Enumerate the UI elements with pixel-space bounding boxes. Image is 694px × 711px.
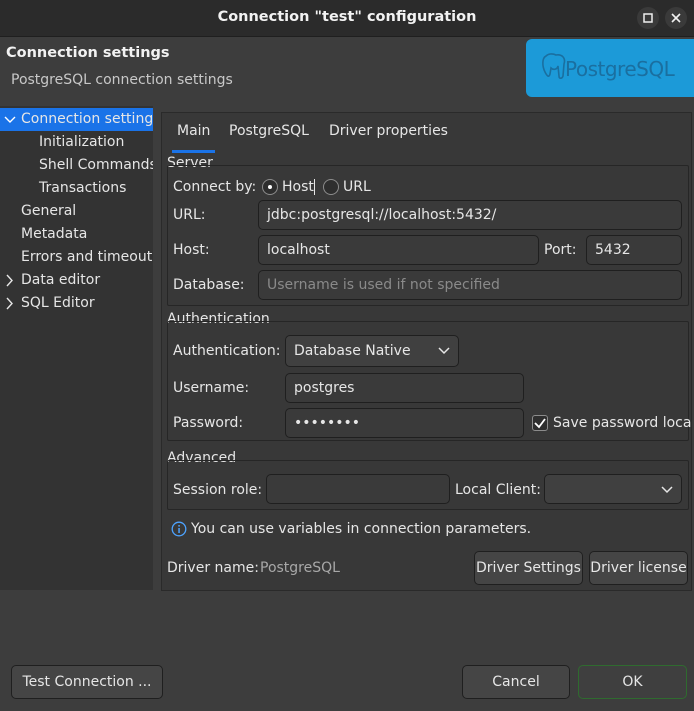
username-input[interactable]: postgres [285, 373, 524, 403]
nav-item-label: Connection settings [21, 111, 153, 127]
nav-item-sql-editor[interactable]: SQL Editor [0, 292, 153, 315]
info-text: You can use variables in connection para… [191, 521, 532, 537]
nav-item-data-editor[interactable]: Data editor [0, 269, 153, 292]
info-icon [171, 521, 187, 537]
nav-item-label: Data editor [21, 272, 101, 288]
nav-item-label: Metadata [21, 226, 88, 242]
page-subtitle: PostgreSQL connection settings [11, 72, 233, 88]
main-panel: Main PostgreSQL Driver properties Server… [161, 112, 692, 591]
database-label: Database: [173, 277, 245, 293]
port-input[interactable]: 5432 [586, 235, 682, 265]
host-radio[interactable] [262, 179, 278, 195]
url-radio-label[interactable]: URL [343, 179, 371, 195]
connect-by-label: Connect by: [173, 179, 257, 195]
nav-item-label: Initialization [39, 134, 125, 150]
nav-item-general[interactable]: General [0, 200, 153, 223]
postgresql-logo: PostgreSQL [526, 39, 694, 97]
password-label: Password: [173, 415, 244, 431]
host-label: Host: [173, 242, 210, 258]
nav-item-label: Shell Commands [39, 157, 153, 173]
test-connection-button[interactable]: Test Connection ... [11, 665, 163, 699]
driver-license-button[interactable]: Driver license [589, 551, 688, 585]
page-title: Connection settings [6, 45, 170, 61]
nav-item-transactions[interactable]: Transactions [0, 177, 153, 200]
database-input[interactable]: Username is used if not specified [258, 270, 682, 300]
close-icon [671, 13, 681, 23]
cancel-button[interactable]: Cancel [462, 665, 570, 699]
close-button[interactable] [665, 7, 687, 29]
tab-driver-properties[interactable]: Driver properties [329, 123, 448, 149]
port-label: Port: [544, 242, 577, 258]
url-label: URL: [173, 207, 206, 223]
nav-item-label: Errors and timeouts [21, 249, 153, 265]
title-bar: Connection "test" configuration [0, 0, 694, 37]
driver-name-value: PostgreSQL [260, 560, 340, 576]
session-role-label: Session role: [173, 482, 263, 498]
tab-postgresql[interactable]: PostgreSQL [229, 123, 309, 149]
local-client-select[interactable] [544, 474, 682, 504]
nav-item-connection-settings[interactable]: Connection settings [0, 108, 153, 131]
nav-item-metadata[interactable]: Metadata [0, 223, 153, 246]
save-password-checkbox[interactable] [532, 415, 548, 431]
window-title: Connection "test" configuration [217, 9, 477, 25]
password-input[interactable]: •••••••• [285, 408, 524, 438]
driver-settings-button[interactable]: Driver Settings [474, 551, 583, 585]
chevron-right-icon[interactable] [4, 292, 16, 315]
save-password-label[interactable]: Save password loca [553, 415, 691, 431]
authentication-select[interactable]: Database Native [285, 335, 459, 367]
session-role-input[interactable] [266, 474, 450, 504]
nav-item-label: SQL Editor [21, 295, 95, 311]
url-radio[interactable] [323, 179, 339, 195]
chevron-down-icon [4, 116, 16, 123]
text-cursor [314, 179, 315, 195]
authentication-label: Authentication: [173, 343, 281, 359]
nav-item-errors-and-timeouts[interactable]: Errors and timeouts [0, 246, 153, 269]
checkmark-icon [534, 418, 546, 429]
chevron-down-icon [438, 347, 450, 355]
maximize-button[interactable] [637, 7, 659, 29]
tab-main[interactable]: Main [171, 123, 216, 153]
host-radio-label[interactable]: Host [282, 179, 314, 195]
username-label: Username: [173, 380, 250, 396]
ok-button[interactable]: OK [578, 665, 687, 699]
logo-text: PostgreSQL [565, 57, 675, 81]
chevron-down-icon [661, 486, 673, 494]
nav-item-label: Transactions [39, 180, 127, 196]
local-client-label: Local Client: [455, 482, 541, 498]
url-input[interactable]: jdbc:postgresql://localhost:5432/ [258, 200, 682, 230]
chevron-right-icon[interactable] [4, 269, 16, 292]
nav-item-initialization[interactable]: Initialization [0, 131, 153, 154]
host-input[interactable]: localhost [258, 235, 539, 265]
maximize-icon [643, 13, 653, 23]
nav-item-label: General [21, 203, 77, 219]
settings-nav: Connection settings Initialization Shell… [0, 106, 153, 590]
nav-item-shell-commands[interactable]: Shell Commands [0, 154, 153, 177]
driver-name-label: Driver name: [167, 560, 259, 576]
elephant-icon [542, 53, 566, 80]
authentication-value: Database Native [294, 343, 411, 359]
